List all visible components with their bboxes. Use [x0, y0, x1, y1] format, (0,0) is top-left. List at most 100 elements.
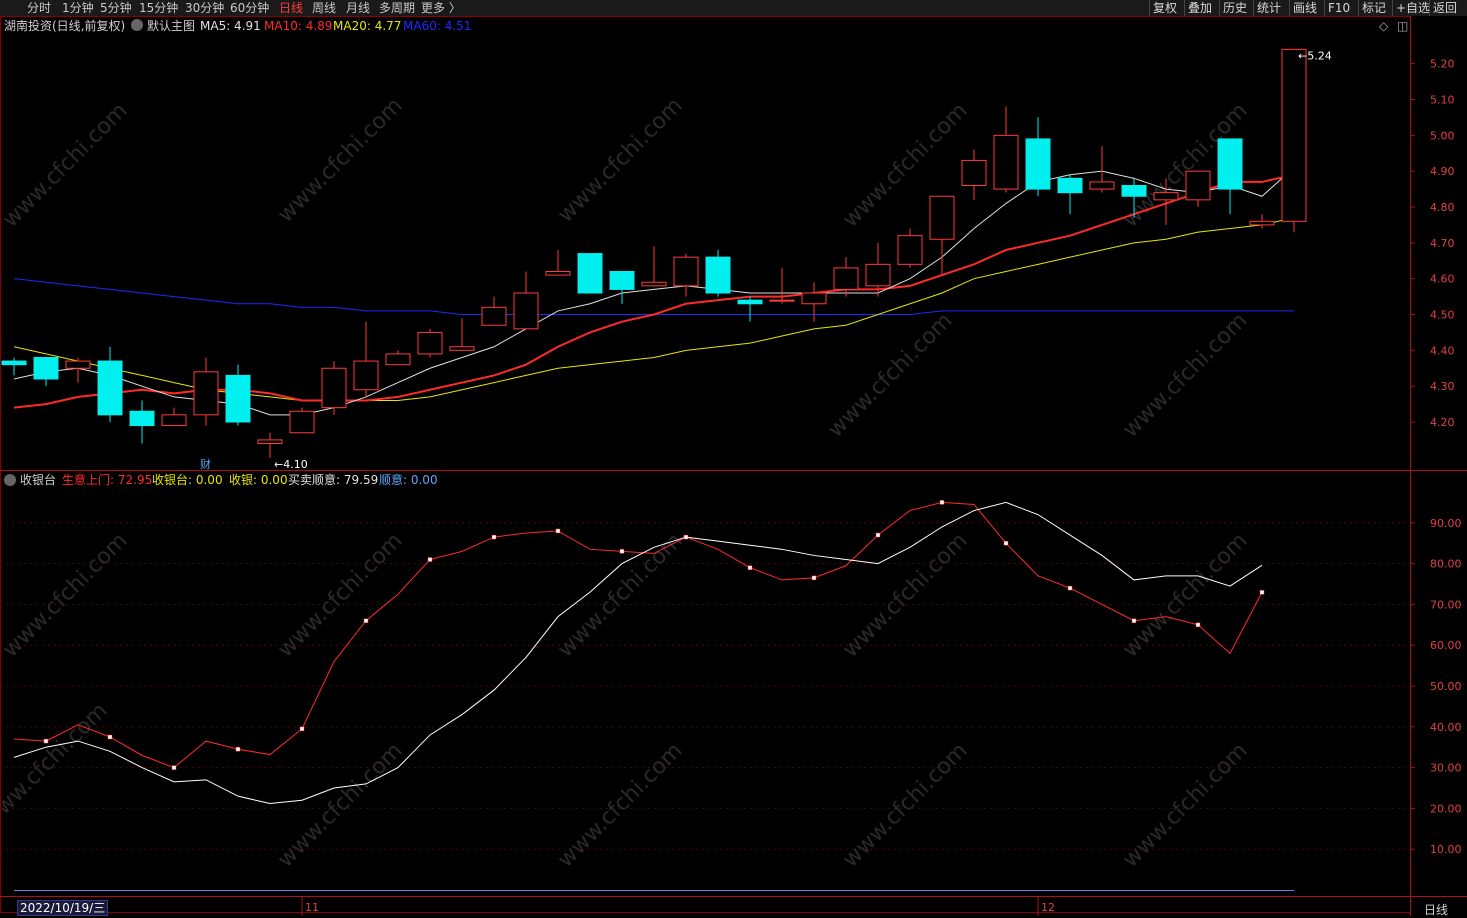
- watermark-text-0: www.cfchi.com: [0, 98, 133, 232]
- sub-marker-37: [1195, 622, 1201, 628]
- candle-1: [33, 357, 59, 387]
- sub-label-0: 生意上门: 72.95: [62, 473, 153, 487]
- candle-19: [609, 271, 635, 304]
- candle-14: [449, 318, 475, 351]
- candle-body-22: [705, 256, 731, 294]
- candle-32: [1025, 117, 1051, 197]
- main-y-tick-7: 4.90: [1430, 165, 1455, 178]
- candle-body-8: [257, 439, 283, 444]
- candle-body-30: [961, 159, 987, 187]
- main-y-tick-6: 4.80: [1430, 201, 1455, 214]
- sub-marker-7: [235, 746, 241, 752]
- candle-30: [961, 149, 987, 200]
- watermark-text-14: www.cfchi.com: [1118, 738, 1252, 872]
- sub-y-tick-3: 40.00: [1430, 721, 1462, 734]
- candle-body-17: [545, 271, 571, 276]
- candle-body-33: [1057, 177, 1083, 194]
- sub-y-tick-2: 30.00: [1430, 762, 1462, 775]
- candle-body-29: [929, 195, 955, 240]
- sub-marker-15: [491, 534, 497, 540]
- candle-11: [353, 321, 379, 397]
- sub-marker-9: [299, 726, 305, 732]
- candle-13: [417, 328, 443, 358]
- candle-37: [1185, 170, 1211, 207]
- candle-body-15: [481, 306, 507, 326]
- candle-body-23: [737, 299, 763, 305]
- candle-body-36: [1153, 192, 1179, 201]
- sub-marker-39: [1259, 590, 1265, 595]
- sub-y-tick-5: 60.00: [1430, 639, 1462, 652]
- candle-40: [1281, 48, 1307, 233]
- low-price-annotation: ←4.10: [274, 458, 308, 471]
- main-y-tick-10: 5.20: [1430, 58, 1455, 71]
- candle-body-14: [449, 346, 475, 351]
- candle-body-6: [193, 371, 219, 416]
- sub-marker-21: [683, 534, 689, 540]
- candle-4: [129, 400, 155, 444]
- candle-body-35: [1121, 185, 1147, 197]
- candle-body-1: [33, 357, 59, 380]
- watermark-text-11: www.cfchi.com: [273, 738, 407, 872]
- sub-y-tick-6: 70.00: [1430, 598, 1462, 611]
- candle-20: [641, 246, 667, 287]
- candle-body-25: [801, 292, 827, 305]
- candle-body-10: [321, 367, 347, 409]
- candle-body-39: [1249, 220, 1275, 226]
- main-y-tick-8: 5.00: [1430, 129, 1455, 142]
- candle-body-27: [865, 263, 891, 287]
- candle-body-3: [97, 360, 123, 416]
- sub-series-line-0: [13, 501, 1263, 769]
- candle-body-2: [65, 360, 91, 369]
- candle-body-21: [673, 256, 699, 287]
- candle-body-11: [353, 360, 379, 391]
- sub-marker-17: [555, 528, 561, 534]
- candle-34: [1089, 146, 1115, 193]
- candle-5: [161, 407, 187, 427]
- sub-marker-1: [43, 738, 49, 744]
- watermark-text-15: www.cfchi.com: [823, 308, 957, 442]
- candle-8: [257, 432, 283, 458]
- candle-10: [321, 361, 347, 415]
- main-y-tick-9: 5.10: [1430, 94, 1455, 107]
- candle-body-16: [513, 292, 539, 330]
- ma-label-2: MA20: 4.77: [333, 19, 402, 33]
- watermark-text-12: www.cfchi.com: [553, 738, 687, 872]
- date-cursor-label: 2022/10/19/三: [17, 900, 109, 916]
- sub-y-tick-7: 80.00: [1430, 558, 1462, 571]
- sub-marker-13: [427, 557, 433, 562]
- candle-16: [513, 271, 539, 330]
- sub-label-4: 顺意: 0.00: [379, 473, 438, 487]
- watermark-text-7: www.cfchi.com: [553, 528, 687, 662]
- sub-marker-33: [1067, 585, 1073, 591]
- candle-0: [1, 357, 27, 376]
- grid-layer: [0, 16, 1467, 916]
- candle-38: [1217, 138, 1243, 215]
- candle-22: [705, 250, 731, 297]
- candle-body-38: [1217, 138, 1243, 190]
- sub-marker-27: [875, 532, 881, 538]
- candle-12: [385, 350, 411, 366]
- sub-marker-11: [363, 618, 369, 623]
- candle-body-37: [1185, 170, 1211, 201]
- main-y-tick-0: 4.20: [1430, 416, 1455, 429]
- sub-y-tick-4: 50.00: [1430, 680, 1462, 693]
- ma-label-1: MA10: 4.89: [264, 19, 333, 33]
- sub-y-tick-1: 20.00: [1430, 802, 1462, 815]
- watermark-text-16: www.cfchi.com: [1118, 308, 1252, 442]
- chart-canvas[interactable]: www.cfchi.com www.cfchi.com www.cfchi.com w…: [0, 0, 1467, 916]
- watermark-text-10: www.cfchi.com: [0, 698, 113, 832]
- candle-15: [481, 296, 507, 326]
- candle-body-13: [417, 331, 443, 355]
- candle-body-31: [993, 134, 1019, 190]
- watermark-text-5: www.cfchi.com: [0, 528, 133, 662]
- sub-y-tick-0: 10.00: [1430, 843, 1462, 856]
- candle-21: [673, 253, 699, 297]
- ma-label-0: MA5: 4.91: [200, 19, 261, 33]
- candle-body-4: [129, 410, 155, 427]
- period-status[interactable]: 日线: [1424, 901, 1448, 918]
- candle-body-19: [609, 271, 635, 290]
- candle-17: [545, 250, 571, 276]
- candle-body-9: [289, 410, 315, 434]
- watermark-text-2: www.cfchi.com: [553, 93, 687, 227]
- sub-marker-35: [1131, 618, 1137, 623]
